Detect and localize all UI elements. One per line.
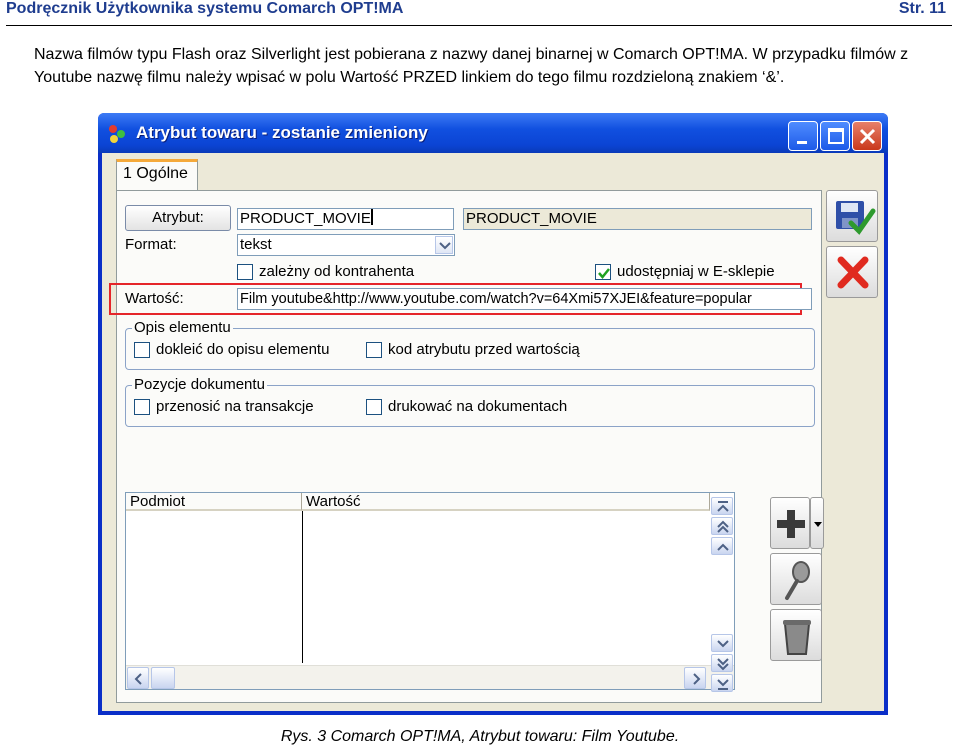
window-title: Atrybut towaru - zostanie zmieniony — [136, 123, 428, 142]
tab-general[interactable]: 1 Ogólne — [116, 159, 198, 191]
double-chevron-down-icon — [717, 679, 729, 690]
combo-dropdown-button[interactable] — [435, 236, 453, 254]
column-divider — [302, 511, 303, 663]
save-button[interactable] — [826, 190, 878, 242]
window-titlebar[interactable]: Atrybut towaru - zostanie zmieniony — [98, 113, 888, 153]
maximize-icon — [828, 128, 844, 144]
attribute-button[interactable]: Atrybut: — [125, 205, 231, 231]
eshop-share-label: udostępniaj w E-sklepie — [617, 263, 775, 280]
save-check-icon — [836, 201, 876, 235]
paragraph-line-2: Youtube nazwę filmu należy wpisać w polu… — [34, 69, 785, 86]
page-down-button[interactable] — [711, 654, 733, 672]
double-chevron-up-icon — [717, 501, 729, 512]
format-select[interactable]: tekst — [237, 234, 455, 256]
move-up-button[interactable] — [711, 537, 733, 555]
chevron-right-icon — [693, 673, 701, 685]
value-input[interactable]: Film youtube&http://www.youtube.com/watc… — [237, 288, 812, 310]
delete-button[interactable] — [770, 609, 822, 661]
attribute-code-input[interactable]: PRODUCT_MOVIE — [237, 208, 454, 230]
chevron-left-icon — [134, 673, 142, 685]
chevron-down-icon — [717, 640, 729, 648]
trash-icon — [783, 620, 811, 655]
document-title: Podręcznik Użytkownika systemu Comarch O… — [6, 0, 404, 17]
page-up-button[interactable] — [711, 517, 733, 535]
horizontal-scrollbar[interactable] — [126, 665, 734, 689]
double-chevron-up-icon — [717, 520, 729, 533]
chevron-up-icon — [717, 543, 729, 551]
checkmark-icon — [598, 268, 610, 279]
page-number: Str. 11 — [898, 0, 946, 17]
document-items-group-title: Pozycje dokumentu — [132, 376, 267, 394]
column-header-value[interactable]: Wartość — [302, 493, 710, 511]
description-group-title: Opis elementu — [132, 319, 233, 337]
chevron-down-icon — [439, 242, 451, 250]
add-button[interactable] — [770, 497, 810, 549]
paragraph-line-1: Nazwa filmów typu Flash oraz Silverlight… — [34, 46, 909, 63]
minimize-icon — [797, 141, 807, 144]
attribute-code-value: PRODUCT_MOVIE — [240, 210, 371, 227]
window-client-area: 1 Ogólne Atrybut: PRODUCT_MOVIE PRODUCT_… — [102, 153, 884, 711]
format-label: Format: — [125, 236, 177, 253]
add-dropdown-button[interactable] — [810, 497, 824, 549]
figure-caption: Rys. 3 Comarch OPT!MA, Atrybut towaru: F… — [280, 728, 680, 745]
contractor-dependent-label: zależny od kontrahenta — [259, 263, 415, 280]
entity-values-list[interactable]: Podmiot Wartość — [125, 492, 735, 690]
plus-icon — [777, 510, 805, 538]
attribute-dialog: Atrybut towaru - zostanie zmieniony 1 Og… — [98, 113, 888, 715]
app-icon — [109, 125, 125, 143]
move-down-button[interactable] — [711, 634, 733, 652]
document-paragraph: Nazwa filmów typu Flash oraz Silverlight… — [34, 43, 954, 89]
column-header-entity[interactable]: Podmiot — [126, 493, 302, 511]
maximize-button[interactable] — [820, 121, 850, 151]
value-label: Wartość: — [125, 290, 184, 307]
caret-down-icon — [814, 522, 822, 527]
transfer-to-transactions-label: przenosić na transakcje — [156, 398, 314, 415]
close-icon — [859, 128, 876, 145]
print-on-documents-checkbox[interactable] — [366, 399, 382, 415]
general-tab-panel: Atrybut: PRODUCT_MOVIE PRODUCT_MOVIE For… — [109, 190, 822, 703]
eshop-share-checkbox[interactable] — [595, 264, 611, 280]
scroll-right-button[interactable] — [684, 667, 706, 689]
double-chevron-down-icon — [717, 658, 729, 671]
close-button[interactable] — [852, 121, 882, 151]
append-description-label: doklеić do opisu elementu — [156, 341, 330, 358]
format-value: tekst — [240, 236, 272, 253]
scroll-left-button[interactable] — [127, 667, 149, 689]
move-to-bottom-button[interactable] — [711, 674, 733, 692]
minimize-button[interactable] — [788, 121, 818, 151]
code-before-value-label: kod atrybutu przed wartością — [388, 341, 580, 358]
attribute-name-field: PRODUCT_MOVIE — [463, 208, 812, 230]
edit-button[interactable] — [770, 553, 822, 605]
append-description-checkbox[interactable] — [134, 342, 150, 358]
contractor-dependent-checkbox[interactable] — [237, 264, 253, 280]
document-header: Podręcznik Użytkownika systemu Comarch O… — [6, 0, 952, 26]
print-on-documents-label: drukować na dokumentach — [388, 398, 568, 415]
document-items-group: Pozycje dokumentu przenosić na transakcj… — [125, 376, 815, 427]
red-x-icon — [837, 256, 869, 289]
transfer-to-transactions-checkbox[interactable] — [134, 399, 150, 415]
code-before-value-checkbox[interactable] — [366, 342, 382, 358]
move-to-top-button[interactable] — [711, 497, 733, 515]
text-caret — [370, 209, 373, 225]
description-group: Opis elementu doklеić do opisu elementu … — [125, 319, 815, 370]
magnifier-icon — [785, 561, 810, 600]
scroll-thumb[interactable] — [151, 667, 175, 689]
cancel-button[interactable] — [826, 246, 878, 298]
